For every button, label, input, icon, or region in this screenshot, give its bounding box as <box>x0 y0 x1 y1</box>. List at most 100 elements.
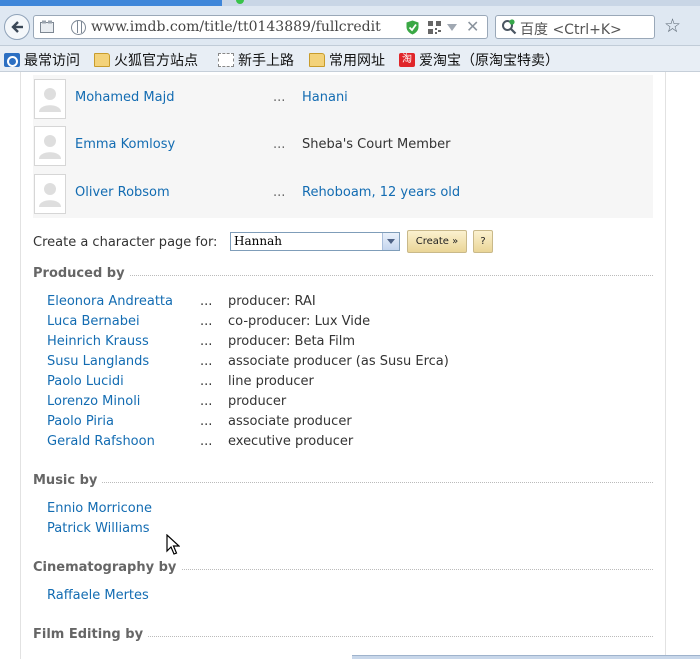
credit-role: line producer <box>228 374 314 389</box>
bookmark-label: 最常访问 <box>24 53 80 69</box>
credit-dots: ... <box>200 334 213 349</box>
section-title: Produced by <box>33 266 130 281</box>
person-link[interactable]: Patrick Williams <box>47 521 150 536</box>
section-music-by: Music by <box>33 473 653 489</box>
person-link[interactable]: Paolo Piria <box>47 414 114 429</box>
bookmarks-toolbar: 最常访问 火狐官方站点 新手上路 常用网址 淘 爱淘宝（原淘宝特卖） <box>0 46 700 72</box>
bookmark-aitaobao[interactable]: 淘 爱淘宝（原淘宝特卖） <box>399 50 559 70</box>
actor-name-link[interactable]: Oliver Robsom <box>75 185 170 200</box>
person-placeholder-icon <box>39 183 61 207</box>
person-link[interactable]: Paolo Lucidi <box>47 374 124 389</box>
cast-dots: ... <box>273 90 286 105</box>
credit-role: co-producer: Lux Vide <box>228 314 371 329</box>
section-title: Cinematography by <box>33 560 182 575</box>
status-strip <box>352 655 700 659</box>
site-identity-icon[interactable] <box>71 20 86 35</box>
bookmark-common-sites[interactable]: 常用网址 <box>309 50 385 70</box>
bookmark-firefox-official[interactable]: 火狐官方站点 <box>94 50 198 70</box>
credit-role: producer: Beta Film <box>228 334 356 349</box>
stop-icon[interactable]: ✕ <box>466 17 479 37</box>
create-character-page-form: Create a character page for: Hannah Crea… <box>33 230 653 256</box>
credit-dots: ... <box>200 354 213 369</box>
bookmark-label: 新手上路 <box>238 53 294 69</box>
navigation-toolbar: www.imdb.com/title/tt0143889/fullcredit … <box>0 6 700 46</box>
bookmark-getting-started[interactable]: 新手上路 <box>218 50 294 70</box>
credit-role: associate producer <box>228 414 352 429</box>
person-link[interactable]: Gerald Rafshoon <box>47 434 155 449</box>
tab-loading-indicator <box>236 0 244 4</box>
person-link[interactable]: Luca Bernabei <box>47 314 140 329</box>
credit-row: Lorenzo Minoli ... producer <box>47 394 647 414</box>
credit-role: associate producer (as Susu Erca) <box>228 354 449 369</box>
person-link[interactable]: Heinrich Krauss <box>47 334 149 349</box>
section-title: Film Editing by <box>33 627 149 642</box>
person-placeholder-icon <box>39 88 61 112</box>
search-placeholder[interactable]: 百度 <Ctrl+K> <box>520 19 622 39</box>
credit-row: Paolo Lucidi ... line producer <box>47 374 647 394</box>
cast-dots: ... <box>273 185 286 200</box>
bookmark-label: 火狐官方站点 <box>114 53 198 69</box>
full-credits-page: Mohamed Majd ... Hanani Emma Komlosy ...… <box>20 72 666 659</box>
qr-code-icon[interactable] <box>428 21 441 34</box>
help-button[interactable]: ? <box>473 230 493 253</box>
credit-row: Ennio Morricone <box>47 501 647 521</box>
bookmark-star-icon[interactable]: ☆ <box>664 16 681 36</box>
shield-check-icon[interactable] <box>406 20 419 35</box>
actor-photo[interactable] <box>34 79 66 119</box>
taobao-icon: 淘 <box>399 53 415 67</box>
cast-row: Mohamed Majd ... Hanani <box>33 75 653 122</box>
cast-row: Oliver Robsom ... Rehoboam, 12 years old <box>33 170 653 218</box>
search-icon <box>502 19 517 35</box>
character-link[interactable]: Rehoboam, 12 years old <box>302 185 460 200</box>
section-produced-by: Produced by <box>33 266 653 282</box>
person-link[interactable]: Susu Langlands <box>47 354 149 369</box>
character-page-label: Create a character page for: <box>33 235 218 250</box>
section-divider <box>33 482 653 483</box>
url-dropdown-icon[interactable] <box>447 24 457 31</box>
credit-row: Eleonora Andreatta ... producer: RAI <box>47 294 647 314</box>
person-placeholder-icon <box>39 135 61 159</box>
person-link[interactable]: Lorenzo Minoli <box>47 394 140 409</box>
person-link[interactable]: Raffaele Mertes <box>47 588 149 603</box>
address-bar[interactable]: www.imdb.com/title/tt0143889/fullcredit … <box>33 15 488 39</box>
search-bar[interactable]: 百度 <Ctrl+K> <box>495 15 655 39</box>
tab-groups-icon[interactable] <box>40 20 54 34</box>
credit-dots: ... <box>200 314 213 329</box>
actor-name-link[interactable]: Mohamed Majd <box>75 90 174 105</box>
most-visited-icon <box>4 53 20 67</box>
credit-row: Susu Langlands ... associate producer (a… <box>47 354 647 374</box>
character-select[interactable]: Hannah <box>230 232 400 251</box>
person-link[interactable]: Ennio Morricone <box>47 501 152 516</box>
bookmark-label: 常用网址 <box>329 53 385 69</box>
credit-row: Paolo Piria ... associate producer <box>47 414 647 434</box>
credit-role: producer <box>228 394 287 409</box>
credit-role: producer: RAI <box>228 294 316 309</box>
credit-role: executive producer <box>228 434 354 449</box>
create-button[interactable]: Create » <box>407 230 467 253</box>
character-name: Sheba's Court Member <box>302 137 451 152</box>
credit-row: Gerald Rafshoon ... executive producer <box>47 434 647 454</box>
mouse-cursor-icon <box>166 534 180 555</box>
actor-photo[interactable] <box>34 174 66 214</box>
credit-row: Heinrich Krauss ... producer: Beta Film <box>47 334 647 354</box>
section-title: Music by <box>33 473 103 488</box>
section-cinematography-by: Cinematography by <box>33 560 653 576</box>
person-link[interactable]: Eleonora Andreatta <box>47 294 173 309</box>
credit-dots: ... <box>200 434 213 449</box>
credit-row: Patrick Williams <box>47 521 647 541</box>
credit-dots: ... <box>200 374 213 389</box>
url-text[interactable]: www.imdb.com/title/tt0143889/fullcredit <box>91 19 403 35</box>
credit-row: Raffaele Mertes <box>47 588 647 608</box>
credit-dots: ... <box>200 294 213 309</box>
folder-icon <box>309 53 325 67</box>
actor-photo[interactable] <box>34 126 66 166</box>
back-button[interactable] <box>4 14 30 40</box>
chevron-down-icon[interactable] <box>382 233 399 250</box>
cast-row: Emma Komlosy ... Sheba's Court Member <box>33 122 653 170</box>
actor-name-link[interactable]: Emma Komlosy <box>75 137 175 152</box>
section-film-editing-by: Film Editing by <box>33 627 653 643</box>
arrow-left-icon <box>11 21 23 33</box>
character-link[interactable]: Hanani <box>302 90 348 105</box>
bookmark-most-visited[interactable]: 最常访问 <box>4 50 80 70</box>
credit-dots: ... <box>200 394 213 409</box>
